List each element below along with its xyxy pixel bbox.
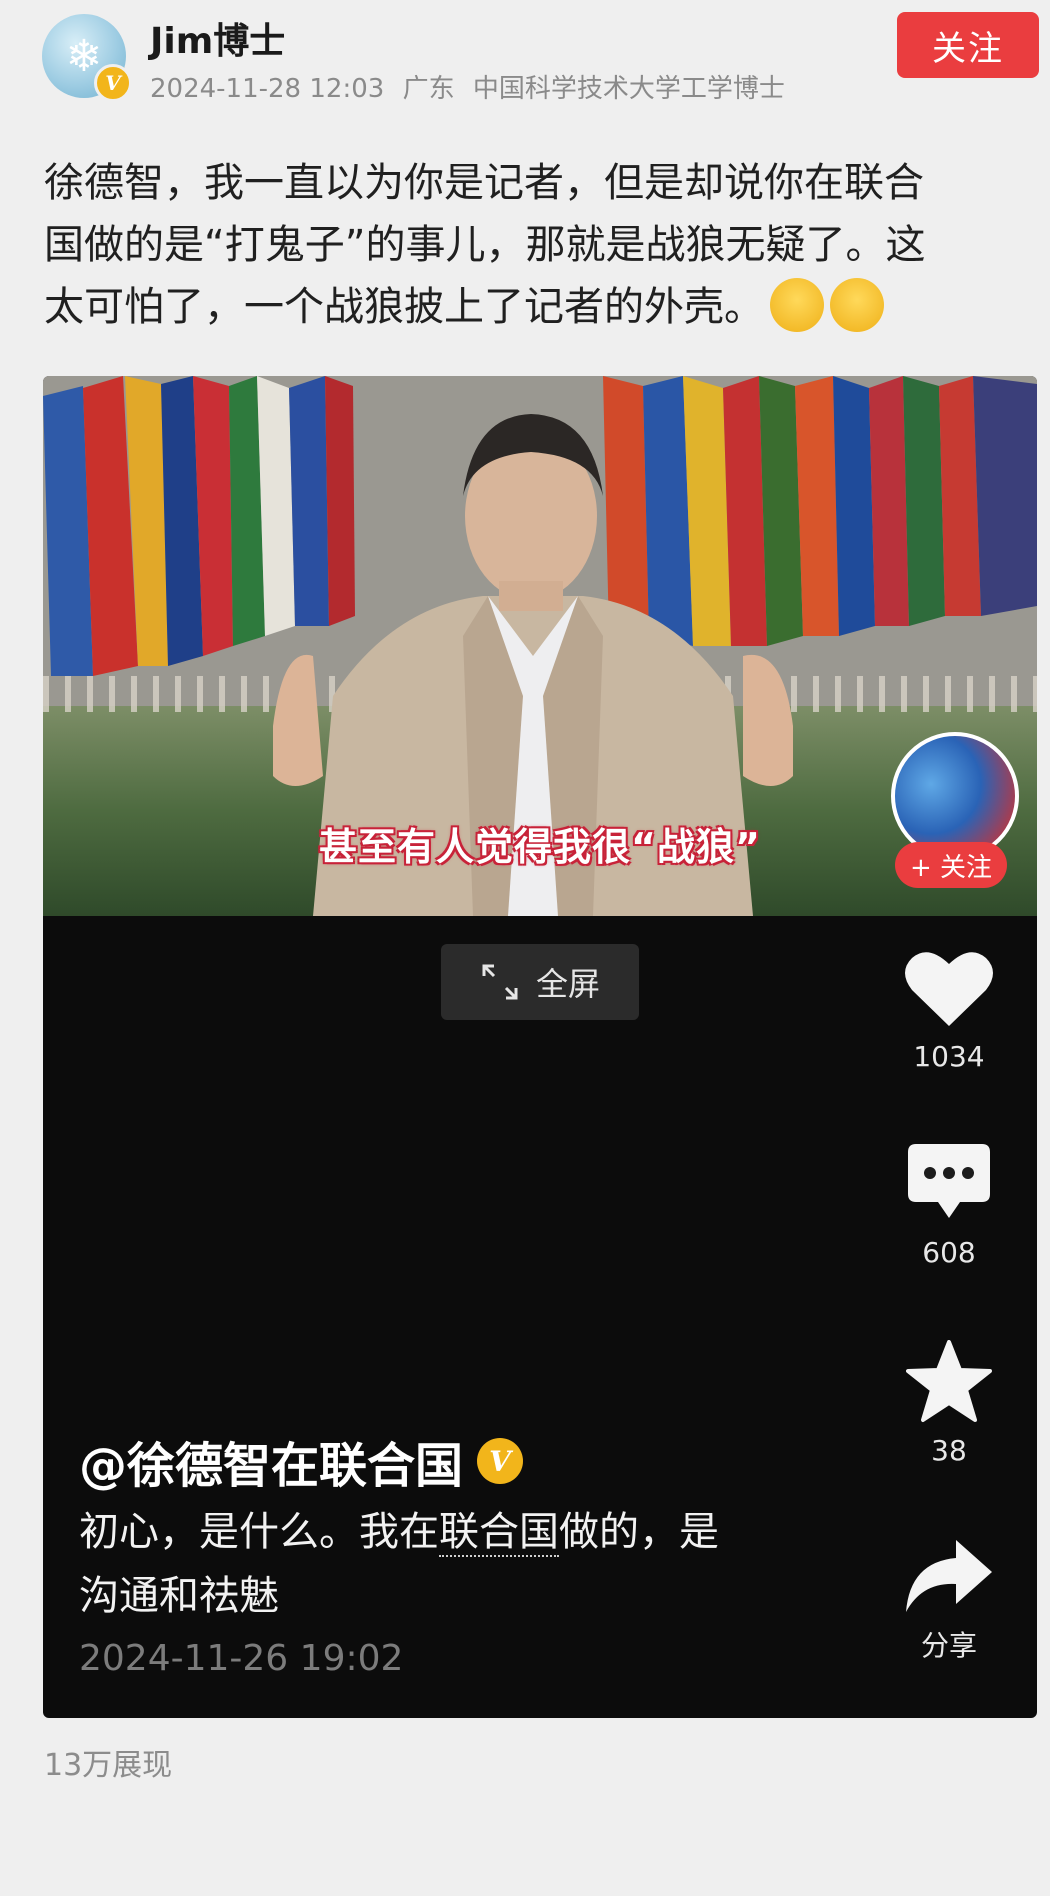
post-header: ❄ V Jim博士 2024-11-28 12:03 广东 中国科学技术大学工学…	[0, 0, 1050, 120]
fullscreen-button[interactable]: 全屏	[441, 944, 639, 1020]
video-thumbnail[interactable]: 甚至有人觉得我很“战狼” + 关注	[43, 376, 1037, 916]
post-text-line: 国做的是“打鬼子”的事儿，那就是战狼无疑了。这	[44, 222, 926, 268]
comment-action[interactable]: 608	[889, 1142, 1009, 1269]
expand-arrows-icon	[482, 964, 518, 1000]
creator-avatar[interactable]	[891, 732, 1019, 860]
video-caption: 初心，是什么。我在联合国做的，是 沟通和祛魅	[79, 1500, 799, 1628]
author-name[interactable]: Jim博士	[150, 12, 285, 64]
impressions-count: 13万展现	[44, 1748, 173, 1783]
like-action[interactable]: 1034	[889, 946, 1009, 1073]
comment-bubble-icon	[908, 1144, 990, 1218]
crying-face-emoji-icon	[830, 278, 884, 332]
post-text-line-content: 太可怕了，一个战狼披上了记者的外壳。	[44, 284, 764, 330]
like-count: 1034	[913, 1040, 985, 1073]
share-action[interactable]: 分享	[889, 1538, 1009, 1664]
star-icon	[906, 1340, 992, 1422]
fullscreen-label: 全屏	[535, 965, 600, 1003]
video-card[interactable]: 甚至有人觉得我很“战狼” + 关注 全屏 1034 608 38 分享 @徐德智…	[43, 376, 1037, 1718]
bottom-toolbar	[0, 1870, 1050, 1896]
favorite-action[interactable]: 38	[889, 1340, 1009, 1467]
post-body: 徐德智，我一直以为你是记者，但是却说你在联合 国做的是“打鬼子”的事儿，那就是战…	[44, 152, 1024, 338]
author-title: 中国科学技术大学工学博士	[472, 74, 785, 104]
verified-badge-icon: V	[477, 1438, 524, 1484]
caption-text: 初心，是什么。我在	[79, 1509, 439, 1555]
post-location: 广东	[402, 74, 455, 104]
post-text-line: 太可怕了，一个战狼披上了记者的外壳。	[44, 276, 1024, 338]
post-text-line: 徐德智，我一直以为你是记者，但是却说你在联合	[44, 160, 924, 206]
video-timestamp: 2024-11-26 19:02	[79, 1638, 404, 1679]
video-subtitle: 甚至有人觉得我很“战狼”	[319, 825, 761, 869]
share-arrow-icon	[906, 1540, 992, 1612]
crying-face-emoji-icon	[770, 278, 824, 332]
heart-icon	[905, 952, 993, 1026]
favorite-count: 38	[931, 1434, 967, 1467]
post-meta: 2024-11-28 12:03 广东 中国科学技术大学工学博士	[150, 68, 795, 105]
author-avatar[interactable]: ❄ V	[42, 14, 132, 102]
verified-badge-icon: V	[94, 64, 132, 102]
creator-follow-button[interactable]: + 关注	[895, 842, 1007, 888]
video-caption-line: 初心，是什么。我在联合国做的，是	[79, 1500, 799, 1564]
caption-text: 做的，是	[559, 1509, 719, 1555]
post-timestamp: 2024-11-28 12:03	[150, 74, 385, 104]
video-author[interactable]: @徐德智在联合国 V	[79, 1426, 524, 1496]
share-label: 分享	[920, 1629, 977, 1662]
video-caption-line: 沟通和祛魅	[79, 1573, 279, 1619]
caption-link[interactable]: 联合国	[439, 1509, 559, 1557]
comment-count: 608	[922, 1236, 976, 1269]
video-author-name[interactable]: @徐德智在联合国	[79, 1426, 463, 1496]
follow-button[interactable]: 关注	[897, 12, 1039, 78]
